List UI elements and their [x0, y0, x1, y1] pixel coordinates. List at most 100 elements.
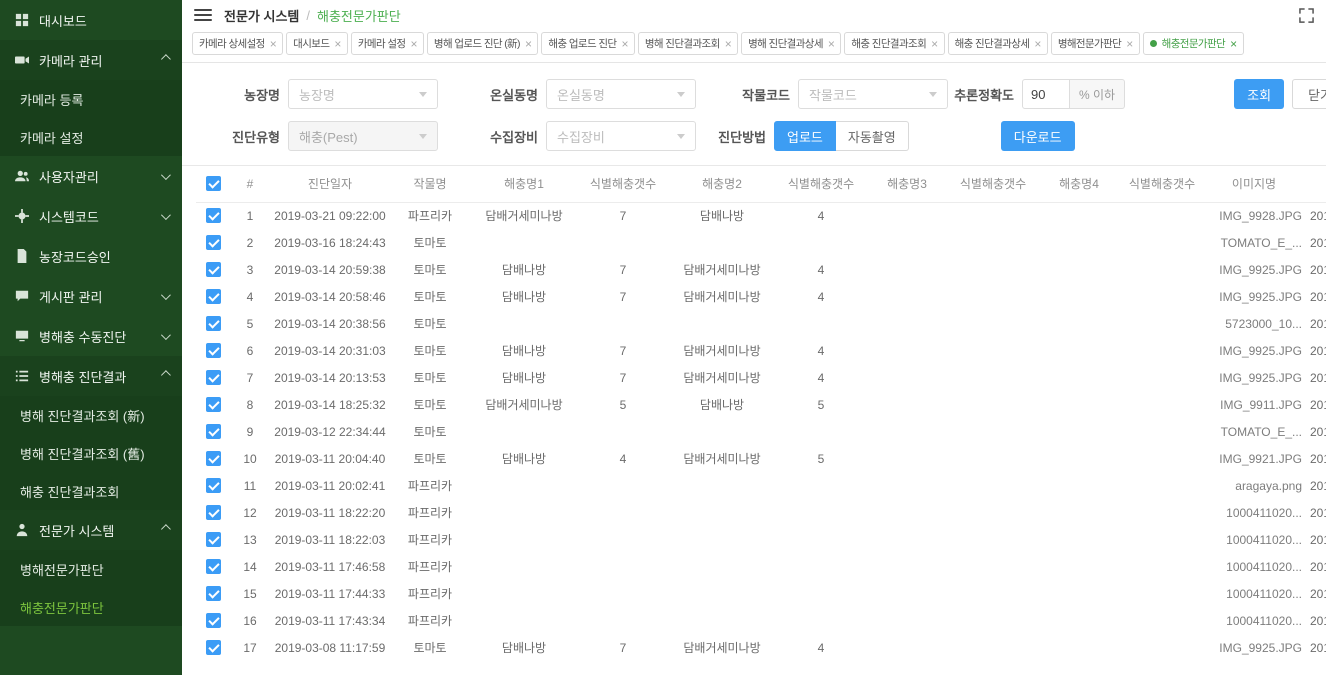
tab[interactable]: 카메라 상세설정×	[192, 32, 283, 55]
sidebar-item[interactable]: 병해충 수동진단	[0, 316, 182, 356]
tab[interactable]: 해충 업로드 진단×	[541, 32, 634, 55]
close-icon[interactable]: ×	[270, 38, 276, 50]
tab[interactable]: 병해전문가판단×	[1051, 32, 1140, 55]
sidebar-subitem[interactable]: 병해 진단결과조회 (新)	[0, 396, 182, 434]
sidebar-subitem[interactable]: 병해 진단결과조회 (舊)	[0, 434, 182, 472]
table-row[interactable]: 12019-03-21 09:22:00파프리카담배거세미나방7담배나방4IMG…	[196, 202, 1326, 229]
row-checkbox[interactable]	[206, 289, 221, 304]
sidebar-item[interactable]: 사용자관리	[0, 156, 182, 196]
table-row[interactable]: 62019-03-14 20:31:03토마토담배나방7담배거세미나방4IMG_…	[196, 337, 1326, 364]
row-checkbox[interactable]	[206, 505, 221, 520]
crop-code-select[interactable]: 작물코드	[798, 79, 948, 109]
table-row[interactable]: 112019-03-11 20:02:41파프리카aragaya.png201	[196, 472, 1326, 499]
row-checkbox[interactable]	[206, 451, 221, 466]
sidebar-item[interactable]: 카메라 관리	[0, 40, 182, 80]
cell-crop: 토마토	[390, 634, 470, 661]
sidebar-subitem[interactable]: 카메라 설정	[0, 118, 182, 156]
row-checkbox[interactable]	[206, 532, 221, 547]
tab[interactable]: 카메라 설정×	[351, 32, 424, 55]
table-row[interactable]: 102019-03-11 20:04:40토마토담배나방4담배거세미나방5IMG…	[196, 445, 1326, 472]
sidebar-item[interactable]: 게시판 관리	[0, 276, 182, 316]
close-icon[interactable]: ×	[334, 38, 340, 50]
search-button[interactable]: 조회	[1234, 79, 1284, 109]
hamburger-menu-icon[interactable]	[194, 9, 212, 21]
row-checkbox[interactable]	[206, 613, 221, 628]
row-checkbox[interactable]	[206, 640, 221, 655]
close-icon[interactable]: ×	[725, 38, 731, 50]
row-checkbox[interactable]	[206, 370, 221, 385]
cell-c1	[578, 418, 668, 445]
cell-p1: 담배거세미나방	[470, 391, 578, 418]
close-icon[interactable]: ×	[828, 38, 834, 50]
diagnosis-type-select[interactable]: 해충(Pest)	[288, 121, 438, 151]
tab[interactable]: 해충 진단결과상세×	[948, 32, 1048, 55]
cell-date: 2019-03-12 22:34:44	[270, 418, 390, 445]
close-icon[interactable]: ×	[525, 38, 531, 50]
fullscreen-icon[interactable]	[1299, 8, 1314, 23]
row-checkbox[interactable]	[206, 586, 221, 601]
table-row[interactable]: 152019-03-11 17:44:33파프리카1000411020...20…	[196, 580, 1326, 607]
method-auto-button[interactable]: 자동촬영	[836, 121, 909, 151]
cell-c2: 4	[776, 634, 866, 661]
table-row[interactable]: 122019-03-11 18:22:20파프리카1000411020...20…	[196, 499, 1326, 526]
tab[interactable]: 해충전문가판단×	[1143, 32, 1244, 55]
row-checkbox[interactable]	[206, 424, 221, 439]
accuracy-input[interactable]	[1022, 79, 1070, 109]
cell-reg: 201	[1304, 310, 1326, 337]
close-button[interactable]: 닫기	[1292, 79, 1326, 109]
sidebar-subitem[interactable]: 카메라 등록	[0, 80, 182, 118]
row-checkbox[interactable]	[206, 478, 221, 493]
close-icon[interactable]: ×	[931, 38, 937, 50]
greenhouse-select[interactable]: 온실동명	[546, 79, 696, 109]
close-icon[interactable]: ×	[1230, 38, 1236, 50]
tab[interactable]: 대시보드×	[286, 32, 348, 55]
table-row[interactable]: 142019-03-11 17:46:58파프리카1000411020...20…	[196, 553, 1326, 580]
close-icon[interactable]: ×	[621, 38, 627, 50]
row-checkbox[interactable]	[206, 343, 221, 358]
tab[interactable]: 해충 진단결과조회×	[844, 32, 944, 55]
row-checkbox[interactable]	[206, 316, 221, 331]
table-row[interactable]: 32019-03-14 20:59:38토마토담배나방7담배거세미나방4IMG_…	[196, 256, 1326, 283]
table-row[interactable]: 42019-03-14 20:58:46토마토담배나방7담배거세미나방4IMG_…	[196, 283, 1326, 310]
table-row[interactable]: 92019-03-12 22:34:44토마토TOMATO_E_...2019	[196, 418, 1326, 445]
table-row[interactable]: 172019-03-08 11:17:59토마토담배나방7담배거세미나방4IMG…	[196, 634, 1326, 661]
tab[interactable]: 병해 진단결과조회×	[638, 32, 738, 55]
table-row[interactable]: 22019-03-16 18:24:43토마토TOMATO_E_...2019	[196, 229, 1326, 256]
table-row[interactable]: 52019-03-14 20:38:56토마토5723000_10...201	[196, 310, 1326, 337]
sidebar-item[interactable]: 전문가 시스템	[0, 510, 182, 550]
row-checkbox[interactable]	[206, 235, 221, 250]
table-row[interactable]: 72019-03-14 20:13:53토마토담배나방7담배거세미나방4IMG_…	[196, 364, 1326, 391]
cell-p1	[470, 418, 578, 445]
method-upload-button[interactable]: 업로드	[774, 121, 836, 151]
results-table-wrap: # 진단일자 작물명 해충명1 식별해충갯수 해충명2 식별해충갯수 해충명3 …	[182, 166, 1326, 675]
table-row[interactable]: 162019-03-11 17:43:34파프리카1000411020...20…	[196, 607, 1326, 634]
cell-p2	[668, 553, 776, 580]
cell-date: 2019-03-11 18:22:20	[270, 499, 390, 526]
row-checkbox[interactable]	[206, 559, 221, 574]
sidebar-subitem[interactable]: 병해전문가판단	[0, 550, 182, 588]
download-button[interactable]: 다운로드	[1001, 121, 1075, 151]
device-select[interactable]: 수집장비	[546, 121, 696, 151]
cell-crop: 토마토	[390, 337, 470, 364]
row-checkbox[interactable]	[206, 262, 221, 277]
sidebar-item[interactable]: 병해충 진단결과	[0, 356, 182, 396]
close-icon[interactable]: ×	[1126, 38, 1132, 50]
sidebar-item[interactable]: 농장코드승인	[0, 236, 182, 276]
sidebar-item-label: 사용자관리	[39, 167, 161, 186]
cell-p3	[866, 553, 948, 580]
close-icon[interactable]: ×	[1034, 38, 1040, 50]
sidebar-subitem[interactable]: 해충 진단결과조회	[0, 472, 182, 510]
table-row[interactable]: 82019-03-14 18:25:32토마토담배거세미나방5담배나방5IMG_…	[196, 391, 1326, 418]
cell-date: 2019-03-14 20:58:46	[270, 283, 390, 310]
row-checkbox[interactable]	[206, 397, 221, 412]
sidebar-item[interactable]: 시스템코드	[0, 196, 182, 236]
sidebar-item[interactable]: 대시보드	[0, 0, 182, 40]
tab[interactable]: 병해 진단결과상세×	[741, 32, 841, 55]
row-checkbox[interactable]	[206, 208, 221, 223]
tab[interactable]: 병해 업로드 진단 (新)×	[427, 32, 539, 55]
table-row[interactable]: 132019-03-11 18:22:03파프리카1000411020...20…	[196, 526, 1326, 553]
sidebar-subitem[interactable]: 해충전문가판단	[0, 588, 182, 626]
farm-select[interactable]: 농장명	[288, 79, 438, 109]
close-icon[interactable]: ×	[410, 38, 416, 50]
select-all-checkbox[interactable]	[206, 176, 221, 191]
